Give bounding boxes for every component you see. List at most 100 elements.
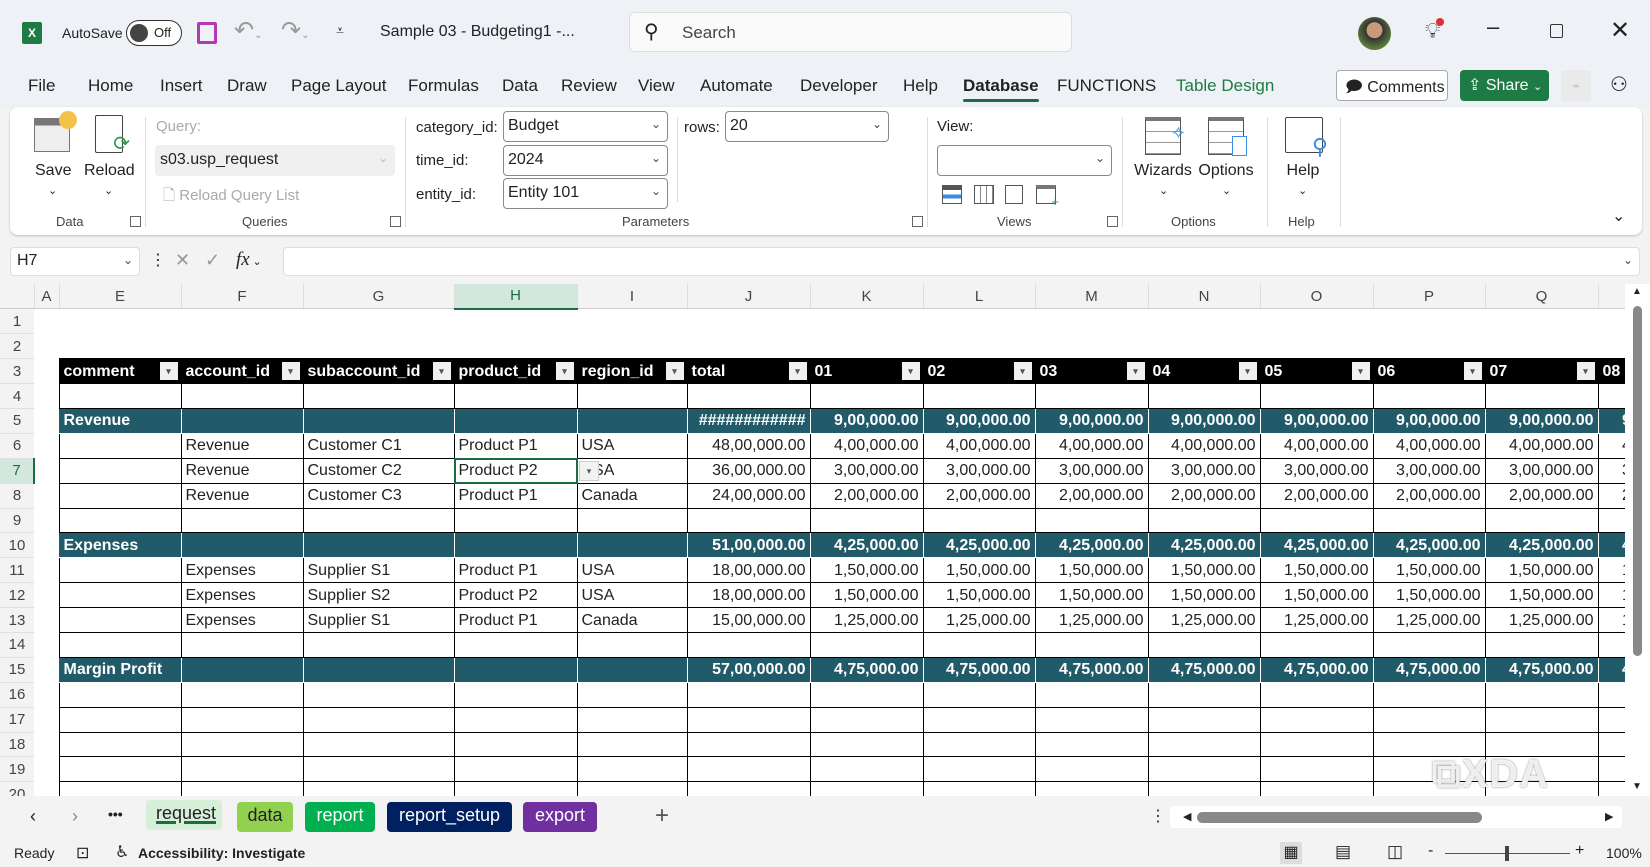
add-sheet-icon[interactable]: + xyxy=(655,802,669,830)
cell[interactable] xyxy=(180,731,304,758)
cell[interactable]: 4,75,000.00 xyxy=(922,656,1036,683)
cell[interactable]: Revenue xyxy=(180,482,304,509)
normal-view-icon[interactable]: ▦ xyxy=(1280,842,1302,864)
filter-dropdown-icon[interactable]: ▾ xyxy=(1013,362,1032,381)
cell[interactable] xyxy=(34,433,59,458)
menu-tab-insert[interactable]: Insert xyxy=(160,76,203,96)
cell[interactable]: 2,00,000.00 xyxy=(1147,482,1261,509)
cell[interactable] xyxy=(454,334,577,359)
cell[interactable] xyxy=(1597,507,1625,534)
cell[interactable] xyxy=(686,507,811,534)
cell[interactable] xyxy=(1259,383,1374,409)
cell[interactable] xyxy=(58,383,182,409)
search-box[interactable]: ⚲ Search xyxy=(629,12,1072,52)
column-filter-header[interactable]: 08 xyxy=(1597,358,1625,385)
cell[interactable] xyxy=(34,732,59,757)
data-launcher-icon[interactable] xyxy=(130,216,141,227)
queries-launcher-icon[interactable] xyxy=(390,216,401,227)
column-header-N[interactable]: N xyxy=(1148,284,1261,310)
cell[interactable] xyxy=(810,309,923,334)
cell[interactable] xyxy=(576,706,688,733)
cell[interactable]: 2,00,000.00 xyxy=(922,482,1036,509)
formula-cancel-icon[interactable]: ✕ xyxy=(175,250,190,271)
cell[interactable] xyxy=(302,781,455,796)
view-save-icon[interactable] xyxy=(1005,185,1023,204)
menu-tab-file[interactable]: File xyxy=(28,76,55,96)
lightbulb-icon[interactable]: 💡︎ xyxy=(1425,18,1445,44)
column-header-F[interactable]: F xyxy=(181,284,304,310)
cell[interactable]: Product P1 xyxy=(453,557,578,584)
cell[interactable] xyxy=(1598,334,1625,359)
cell[interactable]: USA xyxy=(576,557,688,584)
cell[interactable]: 1,50,000.00 xyxy=(809,582,924,609)
cell[interactable] xyxy=(576,507,688,534)
cell[interactable]: Product P2 xyxy=(453,582,578,609)
reload-query-list-button[interactable]: 🗋︎ Reload Query List xyxy=(163,185,299,210)
zoom-level[interactable]: 100% xyxy=(1606,845,1642,861)
row-header-7[interactable]: 7 xyxy=(0,458,35,484)
scroll-up-icon[interactable]: ▲ xyxy=(1632,286,1642,297)
cell[interactable] xyxy=(1147,507,1261,534)
column-header-K[interactable]: K xyxy=(810,284,924,310)
cell[interactable]: 3,00,000.00 xyxy=(922,457,1036,484)
menu-tab-draw[interactable]: Draw xyxy=(227,76,267,96)
menu-tab-help[interactable]: Help xyxy=(903,76,938,96)
cell[interactable] xyxy=(34,458,59,483)
cell[interactable] xyxy=(34,657,59,682)
cell[interactable] xyxy=(302,383,455,409)
cell[interactable] xyxy=(576,631,688,658)
cell[interactable] xyxy=(686,631,811,658)
cell[interactable]: 1,50,000.00 xyxy=(1597,582,1625,609)
next-sheet-icon[interactable]: › xyxy=(72,806,78,827)
row-header-2[interactable]: 2 xyxy=(0,333,34,360)
cell[interactable]: 4,25,000.00 xyxy=(1034,532,1149,559)
cell[interactable]: 1,50,000.00 xyxy=(809,557,924,584)
cell[interactable]: 18,00,000.00 xyxy=(686,557,811,584)
cell[interactable]: 9,00,000.00 xyxy=(1372,407,1486,434)
row-header-1[interactable]: 1 xyxy=(0,308,34,335)
cell[interactable] xyxy=(1597,731,1625,758)
cell[interactable]: 4,00,000.00 xyxy=(1147,432,1261,459)
restore-icon[interactable] xyxy=(1550,24,1563,38)
column-filter-header[interactable]: total ▾ xyxy=(686,358,811,385)
cell[interactable] xyxy=(922,631,1036,658)
cell[interactable] xyxy=(576,731,688,758)
cell[interactable]: 9,00,000.00 xyxy=(809,407,924,434)
undo-icon[interactable]: ↶⌄ xyxy=(234,16,263,45)
filter-dropdown-icon[interactable]: ▾ xyxy=(1126,362,1145,381)
share-button[interactable]: ⇪ Share ⌄ xyxy=(1460,70,1549,101)
cell[interactable] xyxy=(181,334,303,359)
cell[interactable] xyxy=(686,781,811,796)
cell[interactable] xyxy=(58,756,182,783)
cell[interactable]: 36,00,000.00 xyxy=(686,457,811,484)
horizontal-scroll-thumb[interactable] xyxy=(1197,812,1482,823)
menu-tab-view[interactable]: View xyxy=(638,76,675,96)
cell[interactable] xyxy=(180,781,304,796)
cell[interactable] xyxy=(453,731,578,758)
cell[interactable] xyxy=(1259,706,1374,733)
cell[interactable]: 57,00,000.00 xyxy=(686,656,811,683)
cell[interactable] xyxy=(34,334,59,359)
column-filter-header[interactable]: 04 ▾ xyxy=(1147,358,1261,385)
cell[interactable]: Product P1 xyxy=(453,607,578,633)
cell[interactable] xyxy=(1597,756,1625,783)
cell[interactable]: Canada xyxy=(576,482,688,509)
cell[interactable]: 2,00,000.00 xyxy=(1259,482,1374,509)
cell[interactable] xyxy=(922,731,1036,758)
cell[interactable]: Supplier S1 xyxy=(302,607,455,633)
filter-dropdown-icon[interactable]: ▾ xyxy=(901,362,920,381)
scroll-left-icon[interactable]: ◀ xyxy=(1183,810,1191,823)
cell[interactable]: 1,50,000.00 xyxy=(1484,557,1599,584)
cell[interactable]: 9,00,000.00 xyxy=(1147,407,1261,434)
cell[interactable] xyxy=(1372,631,1486,658)
cell[interactable]: 4,25,000.00 xyxy=(809,532,924,559)
cell[interactable] xyxy=(34,558,59,583)
column-header-I[interactable]: I xyxy=(577,284,688,310)
cell[interactable]: 1,50,000.00 xyxy=(1147,582,1261,609)
cell[interactable] xyxy=(453,383,578,409)
cell[interactable]: 3,00,000.00 xyxy=(1484,457,1599,484)
tabs-menu-icon[interactable]: ⋮ xyxy=(1150,806,1166,826)
name-box[interactable]: H7 ⌄ xyxy=(10,247,140,276)
cell[interactable] xyxy=(302,507,455,534)
cell[interactable] xyxy=(58,507,182,534)
